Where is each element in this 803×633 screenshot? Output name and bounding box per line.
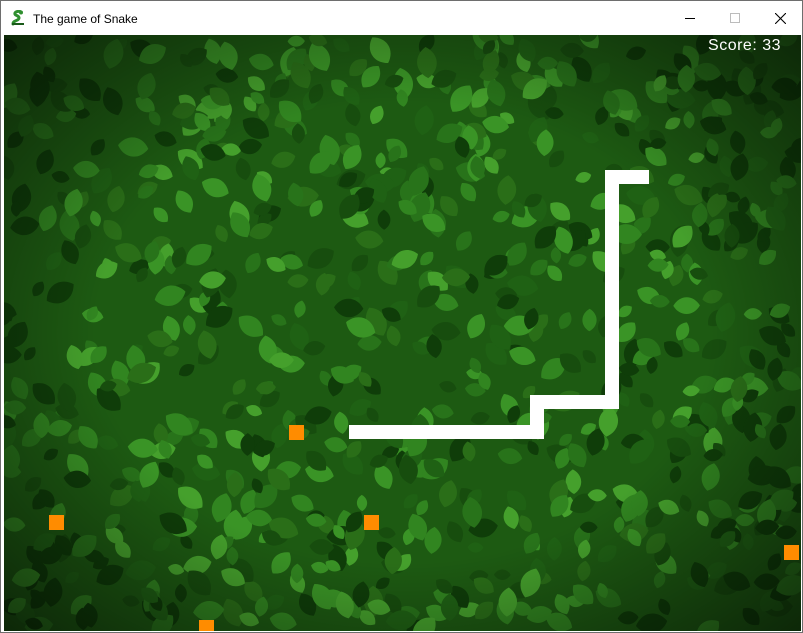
- food-pellet: [199, 620, 214, 631]
- close-button[interactable]: [757, 1, 803, 35]
- snake-icon: [11, 10, 24, 26]
- score-display: Score: 33: [708, 37, 781, 54]
- minimize-icon: [685, 18, 695, 19]
- maximize-icon: [730, 13, 740, 23]
- game-window: The game of Snake Score: 33: [0, 0, 803, 633]
- close-icon: [774, 12, 786, 24]
- minimize-button[interactable]: [667, 1, 713, 35]
- leaf-background: [4, 35, 801, 631]
- game-board[interactable]: Score: 33: [4, 35, 801, 631]
- title-bar[interactable]: The game of Snake: [1, 1, 802, 35]
- food-pellet: [784, 545, 799, 560]
- food-pellet: [49, 515, 64, 530]
- food-pellet: [289, 425, 304, 440]
- food-pellet: [364, 515, 379, 530]
- window-title: The game of Snake: [33, 12, 138, 26]
- maximize-button[interactable]: [712, 1, 758, 35]
